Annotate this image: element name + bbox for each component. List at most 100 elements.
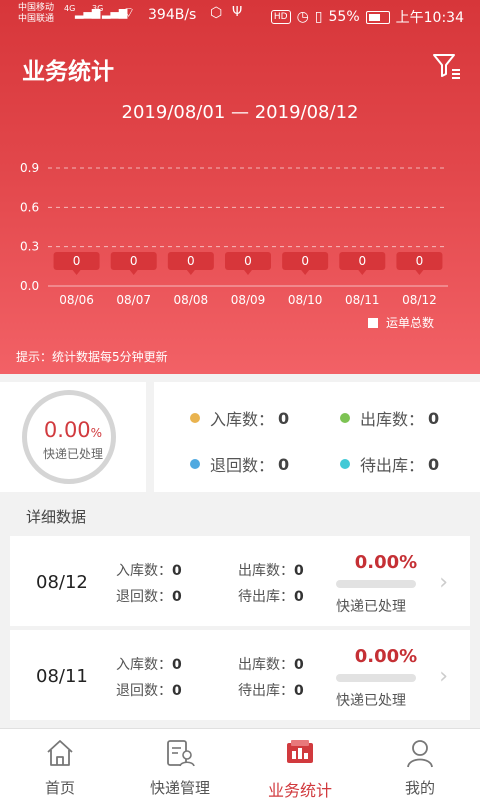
- summary-percent: 0.00%: [0, 418, 146, 442]
- stat-in-value: 0: [278, 408, 290, 428]
- data-label: 0: [187, 254, 195, 268]
- data-label: 0: [73, 254, 81, 268]
- stat-pending: 待出库： 0: [340, 452, 439, 476]
- app-notification-icon: ⬡: [210, 5, 223, 21]
- stat-return-label: 退回数：: [210, 456, 275, 475]
- chevron-right-icon: ›: [439, 570, 448, 595]
- statistics-icon: [287, 740, 313, 763]
- stat-return-dot: [190, 459, 200, 469]
- detail-in: 入库数：0: [116, 560, 182, 580]
- page-title: 业务统计: [22, 59, 114, 85]
- data-label-pointer: [72, 270, 81, 275]
- chart-legend: 运单总数: [367, 314, 434, 331]
- x-tick-label: 08/12: [402, 293, 437, 307]
- carrier-1: 中国移动: [18, 3, 55, 13]
- stat-out-label: 出库数：: [360, 410, 425, 429]
- data-label-pointer: [301, 270, 310, 275]
- data-label-pointer: [186, 270, 195, 275]
- detail-pending: 待出库：0: [238, 586, 304, 606]
- tab-home-label: 首页: [44, 779, 75, 797]
- detail-pending: 待出库：0: [238, 680, 304, 700]
- stat-out-value: 0: [428, 408, 440, 428]
- detail-out-value: 0: [294, 563, 304, 579]
- vibrate-icon: ▯: [314, 9, 323, 25]
- data-label: 0: [416, 254, 424, 268]
- y-tick-label: 0.9: [20, 161, 39, 175]
- date-range[interactable]: 2019/08/01 — 2019/08/12: [0, 102, 480, 123]
- detail-percent: 0.00%: [354, 552, 418, 573]
- tab-mine-label: 我的: [404, 779, 435, 797]
- status-bar: 中国移动 中国联通 4G ▂▄▆ 3G ▂▄▆ ⌔ 394B/s ⬡ Ψ HD …: [0, 0, 480, 32]
- detail-out: 出库数：0: [238, 560, 304, 580]
- tab-statistics[interactable]: 业务统计: [240, 729, 360, 801]
- data-label-pointer: [358, 270, 367, 275]
- detail-out-label: 出库数：: [238, 563, 294, 579]
- detail-card[interactable]: 08/11 入库数：0 出库数：0 退回数：0 待出库：0 0.00% 快递已处…: [10, 630, 470, 720]
- tab-home[interactable]: 首页: [0, 729, 120, 801]
- battery-percent: 55%: [328, 9, 360, 25]
- detail-pending-label: 待出库：: [238, 589, 294, 605]
- user-icon: [407, 740, 433, 768]
- tab-statistics-label: 业务统计: [267, 781, 332, 800]
- detail-pending-value: 0: [294, 589, 304, 605]
- y-tick-label: 0.3: [20, 240, 39, 254]
- details-title: 详细数据: [26, 508, 87, 526]
- net-speed: 394B/s: [148, 7, 197, 23]
- tab-mine[interactable]: 我的: [360, 729, 480, 801]
- filter-icon[interactable]: [432, 52, 462, 80]
- y-tick-label: 0.6: [20, 200, 39, 214]
- stat-out-dot: [340, 413, 350, 423]
- usb-icon: Ψ: [232, 5, 243, 20]
- detail-in-value: 0: [172, 563, 182, 579]
- battery-icon: [365, 10, 390, 24]
- detail-return: 退回数：0: [116, 586, 182, 606]
- stat-in-dot: [190, 413, 200, 423]
- chevron-right-icon: ›: [439, 664, 448, 689]
- stat-return-value: 0: [278, 454, 290, 474]
- status-right: HD ◷ ▯ 55% 上午10:34: [270, 7, 464, 27]
- x-tick-label: 08/11: [345, 293, 380, 307]
- clipboard-person-icon: [167, 740, 195, 767]
- stat-out: 出库数： 0: [340, 406, 439, 430]
- summary-processed-label: 快递已处理: [42, 447, 103, 461]
- stat-return: 退回数： 0: [190, 452, 289, 476]
- stat-in: 入库数： 0: [190, 406, 289, 430]
- detail-return-label: 退回数：: [116, 683, 172, 699]
- data-label: 0: [358, 254, 366, 268]
- data-label-pointer: [244, 270, 252, 275]
- detail-return-value: 0: [172, 683, 182, 699]
- detail-percent: 0.00%: [354, 646, 418, 667]
- summary-stats-panel: 入库数： 0 出库数： 0 退回数： 0 待出库： 0: [154, 382, 480, 492]
- legend-label: 运单总数: [385, 316, 434, 330]
- detail-in-value: 0: [172, 657, 182, 673]
- x-tick-label: 08/08: [174, 293, 209, 307]
- summary-percent-unit: %: [90, 426, 103, 440]
- detail-card[interactable]: 08/12 入库数：0 出库数：0 退回数：0 待出库：0 0.00% 快递已处…: [10, 536, 470, 626]
- y-tick-label: 0.0: [20, 279, 39, 293]
- tab-express-label: 快递管理: [149, 779, 210, 797]
- hd-icon: HD: [270, 10, 291, 24]
- stat-in-label: 入库数：: [210, 410, 275, 429]
- detail-in: 入库数：0: [116, 654, 182, 674]
- alarm-icon: ◷: [296, 9, 309, 25]
- update-tip: 提示：统计数据每5分钟更新: [16, 350, 168, 364]
- stat-pending-label: 待出库：: [360, 456, 425, 475]
- bottom-tab-bar: 首页 快递管理 业务统计 我的: [0, 728, 480, 801]
- bar-chart: 0.0 0.3 0.6 0.9 0 08/06 0 08/07 0 08/08 0 08/09 0 08/…: [20, 161, 448, 307]
- data-label-pointer: [129, 270, 138, 275]
- detail-processed-label: 快递已处理: [336, 693, 406, 709]
- clock: 上午10:34: [395, 10, 464, 26]
- data-label: 0: [244, 254, 252, 268]
- summary-percent-value: 0.00: [43, 418, 91, 442]
- home-icon: [47, 740, 73, 766]
- detail-pending-value: 0: [294, 683, 304, 699]
- carrier-labels: 中国移动 中国联通: [18, 3, 54, 25]
- wifi-icon: ⌔: [122, 5, 136, 21]
- summary-ring-panel: 0.00% 快递已处理: [0, 382, 146, 492]
- tab-express[interactable]: 快递管理: [120, 729, 240, 801]
- detail-progress-bar: [336, 674, 416, 682]
- detail-out-label: 出库数：: [238, 657, 294, 673]
- detail-return: 退回数：0: [116, 680, 182, 700]
- detail-return-label: 退回数：: [116, 589, 172, 605]
- detail-processed-label: 快递已处理: [336, 599, 406, 615]
